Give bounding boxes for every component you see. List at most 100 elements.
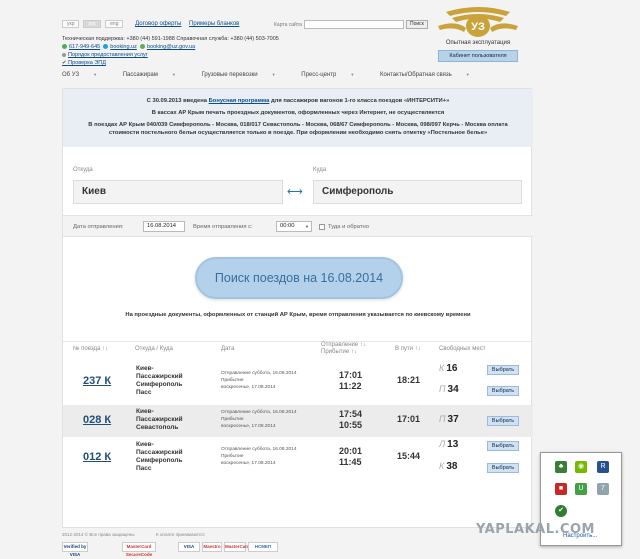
col-route: Откуда / Куда	[135, 346, 173, 352]
nav-contacts[interactable]: Контакты/Обратная связь ▼	[380, 72, 482, 78]
choose-button[interactable]: Выбрать	[487, 416, 519, 426]
train-number-link[interactable]: 237 К	[83, 375, 111, 387]
language-switcher: укр рус eng Договор оферты Примеры бланков	[62, 20, 239, 28]
seat-class: К 38	[439, 461, 457, 475]
support-phones: Техническая поддержка: +380 (44) 591-198…	[62, 36, 279, 42]
chevron-down-icon: ▼	[93, 72, 98, 77]
train-number-link[interactable]: 028 К	[83, 414, 111, 426]
email-link[interactable]: booking@uz.gov.ua	[147, 44, 195, 50]
notice-crimea-print: В кассах АР Крым печать проездных докуме…	[151, 110, 445, 116]
payment-label: К оплате принимаются:	[156, 532, 205, 537]
route-line: Симферополь	[136, 457, 183, 464]
nvidia-icon[interactable]: ◉	[575, 461, 587, 473]
date-bar: Дата отправления: 16.08.2014 Время отпра…	[63, 215, 533, 237]
nav-press[interactable]: Пресс-центр ▼	[301, 72, 366, 78]
watermark: YAPLAKAL.COM	[476, 522, 595, 537]
train-number-link[interactable]: 012 К	[83, 451, 111, 463]
from-label: Откуда	[73, 167, 93, 173]
train-route: Киев- Пассажирский Симферополь Пасс	[136, 365, 183, 397]
sitemap-label[interactable]: Карта сайта	[274, 22, 302, 28]
cabinet-button[interactable]: Кабинет пользователя	[438, 50, 518, 62]
notice-crimea-bedding: В поездах АР Крым 040/039 Симферополь - …	[88, 122, 508, 136]
choose-button[interactable]: Выбрать	[487, 441, 519, 451]
chevron-down-icon: ▼	[171, 72, 176, 77]
verified-visa-logo: Verified by VISA	[62, 542, 88, 557]
notice-bonus: С 30.09.2013 введена Бонусная программа …	[77, 97, 519, 105]
choose-button[interactable]: Выбрать	[487, 386, 519, 396]
seat-count: 16	[446, 363, 458, 374]
departure-date: Отправление суббота, 16.08.2014	[221, 410, 297, 415]
icq-icon	[62, 44, 67, 49]
route-line: Пассажирский	[136, 416, 183, 423]
route-line: Симферополь	[136, 381, 183, 388]
check-link[interactable]: ✔ Проверка ЭПД	[62, 60, 106, 66]
nav-passengers-label: Пассажирам	[122, 72, 158, 78]
to-field[interactable]: Симферополь	[313, 180, 522, 204]
route-line: Севастополь	[136, 424, 179, 431]
travel-time: 18:21	[397, 375, 421, 385]
departure-time: 17:01	[339, 370, 363, 380]
train-dates: Отправление суббота, 16.08.2014 Прибытие…	[221, 446, 297, 467]
round-trip-label: Туда и обратно	[328, 224, 369, 230]
tray-app-icon[interactable]: R	[597, 461, 609, 473]
col-arrival[interactable]: Прибытие ↑↓	[321, 349, 357, 356]
chevron-down-icon: ▼	[305, 224, 309, 229]
skype-icon	[103, 44, 109, 49]
tray-app-icon[interactable]: ♣	[555, 461, 567, 473]
travel-time: 17:01	[397, 414, 421, 424]
search-trains-button[interactable]: Поиск поездов на 16.08.2014	[195, 257, 403, 299]
choose-button[interactable]: Выбрать	[487, 463, 519, 473]
seat-class: К 16	[439, 363, 457, 377]
bonus-program-link[interactable]: Бонусная программа	[209, 98, 270, 104]
search-button[interactable]: Поиск	[406, 20, 428, 29]
skype-link[interactable]: booking.uz	[110, 44, 137, 50]
icq-link[interactable]: 617-949-645	[69, 44, 100, 50]
seat-class: Л 13	[439, 439, 458, 453]
col-date: Дата	[221, 346, 235, 352]
nav-cargo-label: Грузовые перевозки	[201, 72, 258, 78]
date-input[interactable]: 16.08.2014	[143, 221, 185, 232]
lang-eng[interactable]: eng	[105, 20, 124, 28]
uz-logo[interactable]: УЗ Опытная эксплуатация Кабинет пользова…	[436, 6, 520, 66]
nav-about[interactable]: Об УЗ ▼	[62, 72, 109, 78]
col-departure[interactable]: Отправление ↑↓	[321, 342, 366, 349]
table-row: 012 К Киев- Пассажирский Симферополь Пас…	[63, 437, 533, 483]
from-field[interactable]: Киев	[73, 180, 283, 204]
round-trip-checkbox[interactable]	[319, 224, 325, 230]
nav-cargo[interactable]: Грузовые перевозки ▼	[202, 72, 288, 78]
notice-text: для пассажиров вагонов 1-го класса поезд…	[270, 98, 450, 104]
search-input[interactable]	[304, 20, 404, 29]
route-line: Пасс	[136, 389, 152, 396]
doc-icon	[62, 53, 66, 57]
seat-type: П	[439, 384, 446, 394]
offer-link[interactable]: Договор оферты	[135, 21, 181, 27]
tray-app-icon[interactable]: ■	[555, 483, 567, 495]
train-dates: Отправление суббота, 16.08.2014 Прибытие…	[221, 370, 297, 391]
choose-button[interactable]: Выбрать	[487, 365, 519, 375]
seat-count: 38	[446, 461, 458, 472]
departure-time: 17:54	[339, 409, 363, 419]
lang-ukr[interactable]: укр	[62, 20, 80, 28]
departure-date: Отправление суббота, 16.08.2014	[221, 371, 297, 376]
contacts-line: 617-949-645 booking.uz booking@uz.gov.ua	[62, 44, 195, 50]
route-line: Пассажирский	[136, 449, 183, 456]
col-travel-time[interactable]: В пути ↑↓	[395, 346, 421, 353]
order-link[interactable]: Порядок предоставления услуг	[62, 52, 148, 58]
maestro-logo: Maestro	[202, 542, 222, 552]
order-link-label: Порядок предоставления услуг	[68, 52, 148, 58]
train-times: 17:54 10:55	[339, 409, 362, 431]
swap-icon[interactable]: ⟷	[287, 185, 303, 199]
col-train-no[interactable]: № поезда ↑↓	[73, 346, 108, 353]
tray-app-icon[interactable]: 7	[597, 483, 609, 495]
seat-type: К	[439, 363, 445, 373]
tray-app-icon[interactable]: U	[575, 483, 587, 495]
lang-rus[interactable]: рус	[83, 20, 102, 28]
time-select[interactable]: 00:00 ▼	[276, 221, 312, 232]
seat-count: 37	[447, 414, 459, 425]
mastercard-logo: MasterCard	[224, 542, 250, 552]
arrival-date-label: Прибытие	[221, 454, 244, 459]
check-icon[interactable]: ✔	[555, 505, 567, 517]
arrival-date: воскресенье, 17.08.2014	[221, 461, 276, 466]
nav-passengers[interactable]: Пассажирам ▼	[123, 72, 188, 78]
samples-link[interactable]: Примеры бланков	[189, 21, 239, 27]
